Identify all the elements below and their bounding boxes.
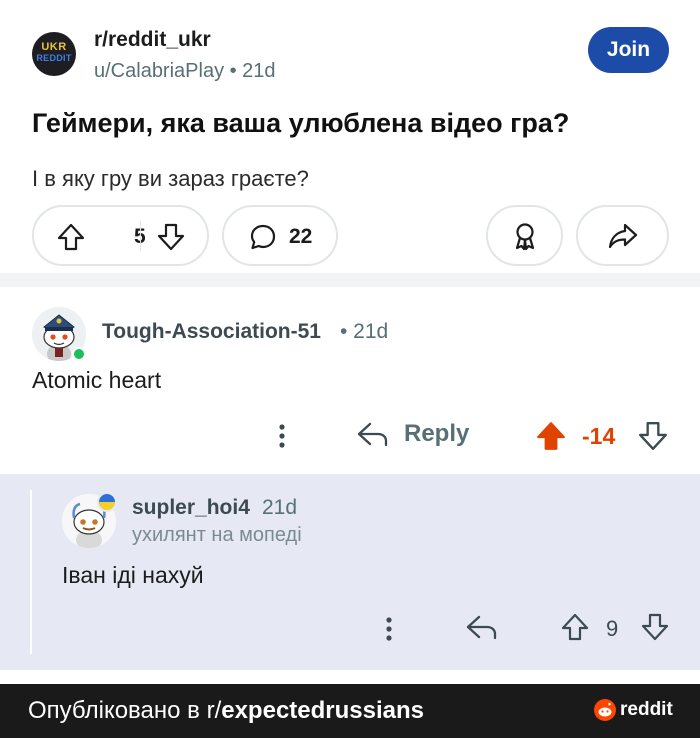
online-status-dot xyxy=(72,347,86,361)
reddit-logo: reddit xyxy=(594,699,673,721)
reply-comment: supler_hoi4 21d ухилянт на мопеді Іван і… xyxy=(0,474,700,670)
downvote-icon[interactable] xyxy=(156,222,186,252)
comment-score: 9 xyxy=(606,616,619,641)
upvote-icon[interactable] xyxy=(560,612,590,642)
upvote-active-icon[interactable] xyxy=(535,420,567,452)
comment-time: • 21d xyxy=(340,320,389,343)
reddit-snoo-icon xyxy=(594,699,616,721)
post-vote-pill: 5 xyxy=(32,205,209,266)
comment-count: 22 xyxy=(289,225,313,248)
comment: Tough-Association-51 • 21d Atomic heart … xyxy=(0,287,700,474)
subreddit-avatar-line1: UKR xyxy=(41,41,67,53)
downvote-icon[interactable] xyxy=(640,612,670,642)
more-options-icon[interactable] xyxy=(270,421,294,451)
subreddit-avatar-line2: REDDIT xyxy=(36,53,72,63)
comment-text: Atomic heart xyxy=(32,367,162,393)
join-button[interactable]: Join xyxy=(588,27,669,73)
ukraine-flag-icon xyxy=(97,492,117,512)
reddit-wordmark: reddit xyxy=(620,699,673,720)
reply-arrow-icon xyxy=(357,422,388,447)
post-card: UKR REDDIT r/reddit_ukr u/CalabriaPlay •… xyxy=(0,0,700,273)
comment-text: Іван іді нахуй xyxy=(62,562,204,588)
share-icon xyxy=(608,223,637,248)
upvote-icon[interactable] xyxy=(56,222,86,252)
comment-author[interactable]: Tough-Association-51 xyxy=(102,320,321,344)
reply-button[interactable]: Reply xyxy=(356,419,469,449)
footer-gap xyxy=(0,670,700,684)
award-icon xyxy=(515,222,534,250)
user-flair: ухилянт на мопеді xyxy=(132,524,302,546)
subreddit-name[interactable]: r/reddit_ukr xyxy=(94,28,211,52)
footer-banner: Опубліковано в r/expectedrussians reddit xyxy=(0,684,700,738)
vote-divider xyxy=(140,221,141,251)
comment-bubble-icon xyxy=(250,224,276,250)
section-separator xyxy=(0,273,700,287)
reply-label: Reply xyxy=(404,420,470,447)
subreddit-avatar[interactable]: UKR REDDIT xyxy=(32,32,76,76)
post-author-meta[interactable]: u/CalabriaPlay • 21d xyxy=(94,60,276,83)
comment-author[interactable]: supler_hoi4 xyxy=(132,496,250,520)
downvote-icon[interactable] xyxy=(637,420,669,452)
published-in-text: Опубліковано в r/expectedrussians xyxy=(28,697,424,725)
more-options-icon[interactable] xyxy=(377,614,401,644)
post-body: І в яку гру ви зараз граєте? xyxy=(32,166,309,191)
comments-button[interactable]: 22 xyxy=(222,205,338,266)
post-title[interactable]: Геймери, яка ваша улюблена відео гра? xyxy=(32,108,569,139)
award-button[interactable] xyxy=(486,205,563,266)
thread-line[interactable] xyxy=(30,490,32,654)
reply-arrow-icon[interactable] xyxy=(465,612,499,642)
share-button[interactable] xyxy=(576,205,669,266)
published-prefix: Опубліковано в r/ xyxy=(28,697,222,724)
comment-score: -14 xyxy=(582,423,616,449)
comment-time: 21d xyxy=(262,496,298,519)
published-subreddit: expectedrussians xyxy=(221,697,425,724)
